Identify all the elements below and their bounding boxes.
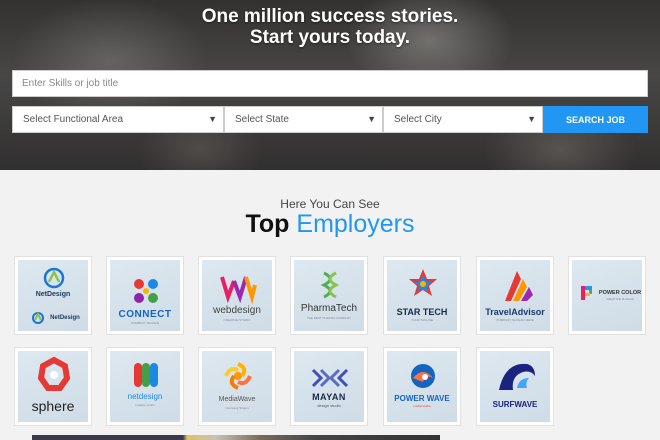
employer-card-traveladvisor[interactable]: TravelAdvisor COMPANY SLOGAN HERE (476, 256, 554, 335)
dropdown-arrow-icon: ▼ (527, 114, 536, 124)
traveladvisor-logo-icon (505, 271, 533, 301)
employer-card-connect[interactable]: CONNECT COMPANY SLOGAN (106, 256, 184, 335)
state-select[interactable]: Select State ▼ (224, 106, 383, 133)
powerwave-logo-icon (411, 364, 435, 388)
mediawave-logo-icon (224, 362, 252, 390)
employer-card-netdesign-studio[interactable]: netdesign creative studio (106, 347, 184, 426)
mayan-logo-icon (311, 368, 349, 388)
headline-top: Top (245, 210, 290, 238)
city-select[interactable]: Select City ▼ (383, 106, 543, 133)
state-select-label: Select State (235, 114, 289, 125)
employer-name: webdesign (213, 305, 261, 316)
employer-name: POWER WAVE (394, 394, 450, 403)
employer-tagline: YOUR TAGLINE (410, 318, 434, 322)
employer-name: MediaWave (218, 396, 256, 403)
employer-card-mayan[interactable]: MAYAN design studio (290, 347, 368, 426)
hero-banner: One million success stories. Start yours… (0, 0, 660, 170)
employer-name: CONNECT (118, 309, 172, 320)
employer-name: MAYAN (312, 392, 346, 402)
dropdown-arrow-icon: ▼ (208, 114, 217, 124)
city-select-label: Select City (394, 114, 442, 125)
headline-employers: Employers (296, 210, 415, 238)
employer-name: SURFWAVE (492, 400, 538, 409)
employer-card-powercolor[interactable]: POWER COLOR CREATIVE SLOGAN (568, 256, 646, 335)
employer-tagline: CREATIVE SLOGAN (605, 297, 635, 301)
employer-name: sphere (31, 398, 75, 414)
employer-tagline: media studio (413, 404, 431, 408)
footer-image-strip (32, 435, 440, 440)
search-job-button[interactable]: SEARCH JOB (543, 106, 648, 133)
employer-tagline: COMPANY SLOGAN HERE (496, 318, 534, 322)
hero-title: One million success stories. Start yours… (0, 6, 660, 48)
employer-tagline: THE BEST PHARMA COMPANY (307, 316, 351, 320)
netdesign-studio-logo-icon (134, 363, 158, 387)
skills-search-input[interactable] (12, 70, 648, 97)
hero-title-line1: One million success stories. (201, 6, 459, 27)
sphere-logo-icon (37, 356, 71, 391)
pharmatech-logo-icon (320, 271, 340, 299)
employer-card-netdesign[interactable]: NetDesign NetDesign (14, 256, 92, 335)
employer-card-powerwave[interactable]: POWER WAVE media studio (383, 347, 461, 426)
employer-card-startech[interactable]: STAR TECH YOUR TAGLINE (383, 256, 461, 335)
employer-card-mediawave[interactable]: MediaWave Company Slogan (198, 347, 276, 426)
employer-card-webdesign[interactable]: webdesign CREATIVE STUDIO (198, 256, 276, 335)
employer-tagline: COMPANY SLOGAN (130, 321, 160, 325)
employer-name: NetDesign (35, 291, 71, 298)
employer-card-sphere[interactable]: sphere (14, 347, 92, 426)
employer-subname: NetDesign (50, 315, 80, 321)
employer-tagline: Company Slogan (225, 406, 249, 410)
employer-name: netdesign (127, 392, 163, 401)
employer-tagline: creative studio (135, 403, 155, 407)
employer-card-pharmatech[interactable]: PharmaTech THE BEST PHARMA COMPANY (290, 256, 368, 335)
dropdown-arrow-icon: ▼ (367, 114, 376, 124)
employer-card-surfwave[interactable]: SURFWAVE (476, 347, 554, 426)
employer-name: TravelAdvisor (485, 307, 545, 317)
startech-logo-icon (409, 269, 437, 296)
employer-name: STAR TECH (396, 307, 448, 317)
surfwave-logo-icon (499, 363, 535, 390)
hero-title-line2: Start yours today. (249, 27, 411, 48)
employer-name: PharmaTech (300, 303, 358, 314)
functional-area-select[interactable]: Select Functional Area ▼ (12, 106, 224, 133)
section-headline: Top Employers (0, 209, 660, 239)
employer-name: POWER COLOR (598, 290, 642, 296)
employer-tagline: design studio (317, 403, 341, 408)
functional-area-select-label: Select Functional Area (23, 114, 124, 125)
webdesign-logo-icon (220, 276, 257, 305)
employer-tagline: CREATIVE STUDIO (223, 318, 251, 322)
